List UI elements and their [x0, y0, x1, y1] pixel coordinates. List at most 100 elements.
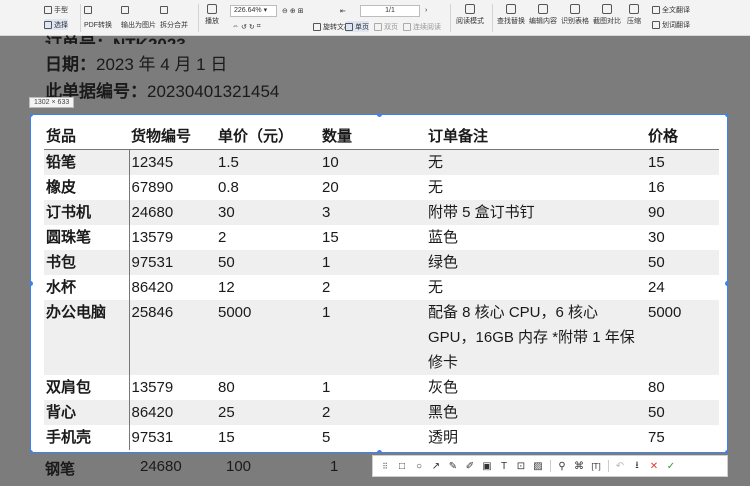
cell-unit-price: 50 — [216, 249, 320, 275]
word-translate-label: 划词翻译 — [662, 21, 690, 29]
cell-price: 90 — [646, 199, 719, 225]
below-goods-id: 24680 — [140, 458, 182, 475]
cell-goods-id: 86420 — [129, 399, 216, 425]
cell-unit-price: 1.5 — [216, 149, 320, 175]
header-goods-id: 货物编号 — [129, 123, 216, 150]
zoom-select[interactable]: 226.64% ▾ — [230, 5, 277, 17]
read-mode-button[interactable]: 阅读模式 — [456, 4, 484, 26]
cell-goods-id: 13579 — [131, 228, 174, 246]
resize-handle[interactable] — [377, 115, 382, 117]
cell-notes: 无 — [426, 149, 646, 175]
fit-width-icon[interactable]: ⇔ — [232, 23, 239, 30]
resize-handle[interactable] — [31, 281, 33, 286]
resize-handle[interactable] — [31, 115, 33, 117]
date-line: 日期：2023 年 4 月 1 日 — [45, 50, 227, 75]
edit-content-label: 编辑内容 — [529, 18, 557, 25]
ellipse-icon[interactable]: ○ — [411, 458, 427, 474]
pen-icon[interactable]: ✎ — [445, 458, 461, 474]
cell-quantity: 3 — [320, 199, 426, 225]
arrow-icon[interactable]: ↗ — [428, 458, 444, 474]
toolbar-divider — [198, 4, 199, 32]
rotate-doc-icon — [313, 22, 321, 31]
hatch-icon[interactable]: ▨ — [530, 458, 546, 474]
zoom-in-icon[interactable]: ⊕ — [290, 7, 296, 15]
rotate-right-icon[interactable]: ↻ — [249, 23, 255, 31]
table-body: 铅笔 12345 1.5 10 无 15 橡皮 67890 0.8 20 无 16 订书机 24680 30… — [44, 149, 719, 450]
pin-icon[interactable]: ⚲ — [554, 458, 570, 474]
compress-button[interactable]: 压缩 — [627, 4, 641, 26]
toolbar-divider — [450, 4, 451, 32]
ocr-icon[interactable]: ⊡ — [513, 458, 529, 474]
rectangle-icon[interactable]: □ — [394, 458, 410, 474]
cell-goods-id: 97531 — [129, 249, 216, 275]
order-number-text: 订单号：NTK2023 — [45, 35, 186, 44]
next-page-button[interactable]: › — [425, 5, 427, 16]
confirm-icon[interactable]: ✓ — [663, 458, 679, 474]
two-page-label: 双页 — [384, 23, 398, 31]
text-icon[interactable]: T — [496, 458, 512, 474]
date-value: 2023 年 4 月 1 日 — [96, 55, 228, 74]
mosaic-icon[interactable]: ▣ — [479, 458, 495, 474]
select-tool-button[interactable]: 选择 — [44, 19, 68, 30]
screenshot-compare-button[interactable]: 截图对比 — [593, 4, 621, 26]
edit-content-button[interactable]: 编辑内容 — [529, 4, 557, 26]
recognize-table-button[interactable]: 识别表格 — [561, 4, 589, 26]
next-page-icon: › — [425, 7, 428, 14]
screenshot-toolbar: ⠿ □ ○ ↗ ✎ ✐ ▣ T ⊡ ▨ ⚲ ⌘ [T] ↶ ⭳ ✕ ✓ — [372, 455, 728, 477]
find-replace-label: 查找替换 — [497, 18, 525, 25]
full-translate-button[interactable]: 全文翻译 — [652, 4, 690, 15]
fit-page-icon[interactable]: ⊞ — [298, 7, 304, 15]
cell-price: 5000 — [646, 299, 719, 375]
undo-icon[interactable]: ↶ — [612, 458, 628, 474]
download-icon[interactable]: ⭳ — [629, 458, 645, 474]
convert-icon — [84, 5, 92, 14]
translate-icon — [652, 5, 660, 14]
resize-handle[interactable] — [725, 115, 727, 117]
first-page-button[interactable]: ⇤ — [340, 5, 346, 16]
cell-unit-price: 15 — [218, 428, 235, 446]
pdf-convert-label: PDF转换 — [84, 21, 112, 29]
table-row: 水杯 86420 12 2 无 24 — [44, 274, 719, 300]
pdf-convert-icon-button[interactable] — [84, 4, 92, 15]
extract-text-icon[interactable]: [T] — [588, 458, 604, 474]
pdf-convert-button[interactable]: PDF转换 — [84, 19, 112, 30]
play-button[interactable]: 播放 — [205, 4, 219, 26]
cell-goods-id: 86420 — [131, 278, 174, 296]
split-merge-button[interactable]: 拆分合并 — [160, 19, 188, 30]
select-tool-label: 选择 — [54, 21, 68, 29]
screenshot-selection[interactable]: 货品 货物编号 单价（元） 数量 订单备注 价格 铅笔 12345 1.5 10 无 15… — [30, 114, 728, 453]
word-translate-button[interactable]: 划词翻译 — [652, 19, 690, 30]
single-page-button[interactable]: 单页 — [345, 21, 369, 32]
table-row: 橡皮 67890 0.8 20 无 16 — [44, 174, 719, 200]
hand-tool-button[interactable]: 手型 — [44, 4, 68, 15]
cancel-icon[interactable]: ✕ — [646, 458, 662, 474]
selection-size-tag: 1302 × 633 — [29, 97, 75, 108]
cell-goods-id: 67890 — [131, 178, 174, 196]
cell-quantity: 1 — [320, 249, 426, 275]
table-row: 书包 97531 50 1 绿色 50 — [44, 249, 719, 275]
zoom-out-icon[interactable]: ⊖ — [282, 7, 288, 15]
two-page-button[interactable]: 双页 — [374, 21, 398, 32]
resize-handle[interactable] — [725, 281, 727, 286]
page-input[interactable]: 1/1 — [360, 5, 420, 17]
cell-notes: 无 — [428, 278, 444, 296]
continuous-button[interactable]: 连续阅读 — [403, 21, 441, 32]
split-merge-icon-button[interactable] — [160, 4, 168, 15]
compress-label: 压缩 — [627, 18, 641, 25]
highlighter-icon[interactable]: ✐ — [462, 458, 478, 474]
first-page-icon: ⇤ — [340, 7, 346, 15]
crop-icon[interactable]: ⌗ — [257, 23, 261, 31]
cell-quantity: 15 — [322, 228, 339, 246]
rotate-left-icon[interactable]: ↺ — [241, 23, 247, 31]
play-icon — [207, 4, 217, 14]
cell-notes: 绿色 — [426, 249, 646, 275]
cell-notes: 无 — [428, 178, 444, 196]
find-replace-button[interactable]: 查找替换 — [497, 4, 525, 26]
drag-grip-icon[interactable]: ⠿ — [377, 458, 393, 474]
single-page-icon — [345, 22, 353, 31]
recognize-icon[interactable]: ⌘ — [571, 458, 587, 474]
cell-price: 75 — [648, 428, 665, 446]
export-image-button[interactable]: 输出为图片 — [121, 19, 156, 30]
export-image-icon-button[interactable] — [121, 4, 129, 15]
compress-icon — [629, 4, 639, 14]
